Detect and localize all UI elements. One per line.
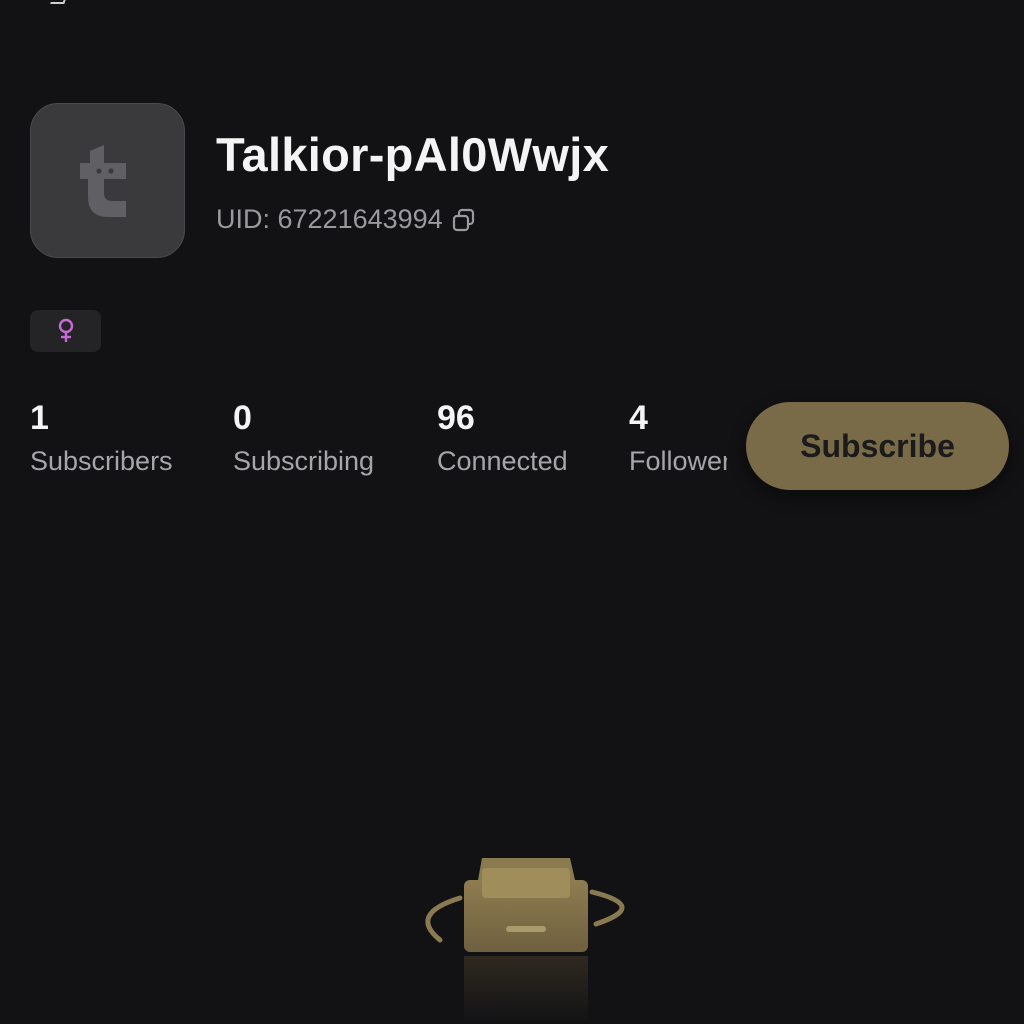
empty-inbox-icon (400, 840, 650, 1024)
stat-label: Subscribers (30, 446, 173, 476)
username: Talkior-pAl0Wwjx (216, 128, 610, 181)
copy-icon[interactable] (451, 207, 477, 233)
avatar[interactable] (30, 103, 185, 258)
stat-subscribing[interactable]: 0 Subscribing (233, 398, 374, 478)
talkior-logo-icon (79, 144, 126, 217)
stat-label: Followers (629, 446, 727, 476)
uid-text: UID: 67221643994 (216, 204, 443, 234)
stat-connected[interactable]: 96 Connected (437, 398, 568, 478)
subscribe-button[interactable]: Subscribe (746, 402, 1009, 490)
stat-label: Subscribing (233, 446, 375, 476)
stat-value: 0 (233, 399, 252, 437)
stat-followers[interactable]: 4 Followers (629, 398, 727, 478)
back-arrow-icon[interactable] (50, 0, 68, 4)
female-icon (58, 318, 73, 342)
stat-subscribers[interactable]: 1 Subscribers (30, 398, 173, 478)
stat-label: Connected (437, 446, 568, 476)
stat-value: 4 (629, 399, 648, 437)
stat-value: 96 (437, 399, 475, 437)
stat-value: 1 (30, 399, 49, 437)
uid-row: UID: 67221643994 (216, 204, 477, 235)
profile-page: Talkior-pAl0Wwjx UID: 67221643994 1 Subs… (0, 0, 1024, 1024)
gender-badge (30, 310, 101, 352)
